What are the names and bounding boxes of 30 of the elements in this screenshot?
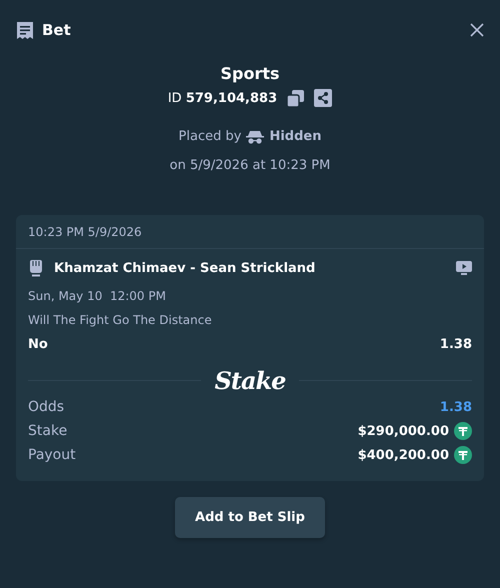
brand-logo: Stake [214,366,286,395]
selection-odds: 1.38 [440,337,472,352]
add-to-bet-slip-button[interactable]: Add to Bet Slip [175,497,325,538]
fist-icon [28,259,44,277]
incognito-icon [246,130,264,144]
summary-label: Payout [28,447,76,463]
selection-name: No [28,337,48,352]
tether-coin-icon [454,422,472,440]
bet-category: Sports [220,64,280,83]
summary-value: 1.38 [440,400,472,414]
market-name: Will The Fight Go The Distance [28,313,213,327]
summary-value: $290,000.00 [358,424,449,438]
summary-label: Odds [28,399,64,415]
receipt-icon [16,20,34,40]
event-time: Sun, May 10 12:00 PM [28,289,167,303]
summary-label: Stake [28,423,68,439]
close-icon [470,23,484,37]
copy-icon [287,90,304,106]
tether-coin-icon [454,446,472,464]
event-name[interactable]: Khamzat Chimaev - Sean Strickland [54,260,316,276]
live-stream-icon[interactable] [456,261,472,275]
placed-date: on 5/9/2026 at 10:23 PM [170,158,330,173]
bet-timestamp: 10:23 PM 5/9/2026 [16,215,484,249]
share-icon [314,89,332,107]
placed-by-label: Placed by [178,129,242,144]
summary-value: $400,200.00 [358,448,449,462]
dialog-title: Bet [42,21,71,39]
close-button[interactable] [470,23,484,37]
bet-id: ID 579,104,883 [168,90,278,106]
user-name: Hidden [269,129,322,144]
